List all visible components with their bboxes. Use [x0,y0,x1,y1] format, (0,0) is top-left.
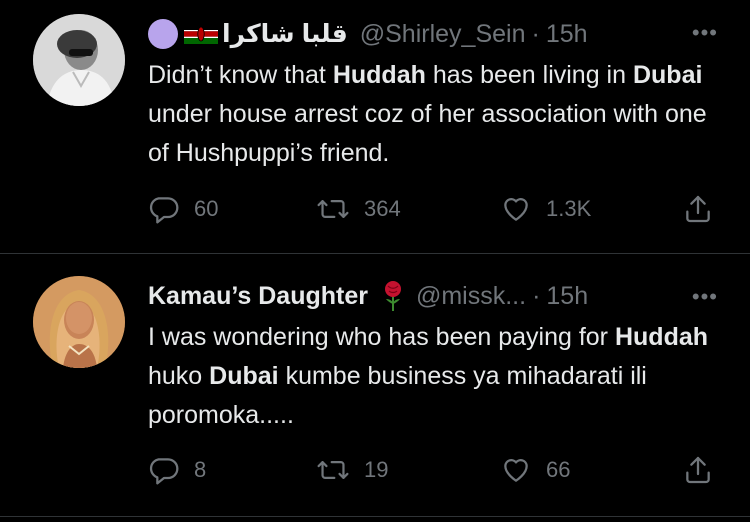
like-count: 66 [546,457,571,482]
like-button[interactable]: 1.3K [500,193,591,225]
action-bar: 8 19 66 [148,454,718,494]
text-segment-bold: Huddah [332,61,426,89]
reply-count: 60 [194,196,219,221]
timestamp[interactable]: 15h [546,282,588,311]
tweet-header: قلبا شاكرا @Shirley_Sein · 15h [148,16,588,52]
tweet-1[interactable]: قلبا شاكرا @Shirley_Sein · 15h ••• Didn’… [0,0,750,253]
tweet-header: Kamau’s Daughter @missk... · 15h [148,278,588,314]
retweet-count: 364 [364,196,401,221]
more-icon[interactable]: ••• [692,284,718,310]
retweet-button[interactable]: 364 [316,193,401,225]
text-segment: huko [148,362,210,390]
reply-count: 8 [194,457,207,482]
emoji-purple-circle [148,19,178,49]
divider [0,516,750,517]
text-segment: has been living in [425,61,633,89]
rose-icon [384,281,401,311]
share-button[interactable] [682,454,714,486]
display-name[interactable]: قلبا شاكرا [222,19,348,49]
handle[interactable]: @Shirley_Sein [360,20,526,49]
share-button[interactable] [682,193,714,225]
handle[interactable]: @missk... [416,282,526,311]
text-segment: under house arrest coz of her associatio… [148,100,707,167]
text-segment: Didn’t know that [148,61,333,89]
action-bar: 60 364 1.3K [148,193,718,233]
text-segment-bold: Huddah [614,323,709,351]
retweet-icon [317,461,349,479]
tweet-text: I was wondering who has been paying for … [148,318,728,435]
tweet-text: Didn’t know that Huddah has been living … [148,56,728,173]
like-icon [504,198,528,221]
reply-icon [149,197,179,224]
reply-button[interactable]: 8 [148,454,206,486]
text-segment: I was wondering who has been paying for [148,323,615,351]
like-button[interactable]: 66 [500,454,570,486]
retweet-icon [317,200,349,218]
text-segment-bold: Dubai [632,61,703,89]
like-icon [504,459,528,482]
separator-dot: · [531,19,540,48]
avatar[interactable] [33,14,125,106]
retweet-button[interactable]: 19 [316,454,388,486]
like-count: 1.3K [546,196,592,221]
reply-button[interactable]: 60 [148,193,218,225]
kenya-flag-icon [184,24,218,44]
more-icon[interactable]: ••• [692,20,718,46]
tweet-2[interactable]: Kamau’s Daughter @missk... · 15h ••• I w… [0,254,750,518]
avatar[interactable] [33,276,125,368]
share-icon [686,456,710,484]
retweet-count: 19 [364,457,389,482]
share-icon [686,195,710,223]
display-name[interactable]: Kamau’s Daughter [148,282,368,311]
text-segment-bold: Dubai [209,362,279,390]
separator-dot: · [532,281,541,310]
timestamp[interactable]: 15h [546,20,588,49]
reply-icon [149,458,179,485]
